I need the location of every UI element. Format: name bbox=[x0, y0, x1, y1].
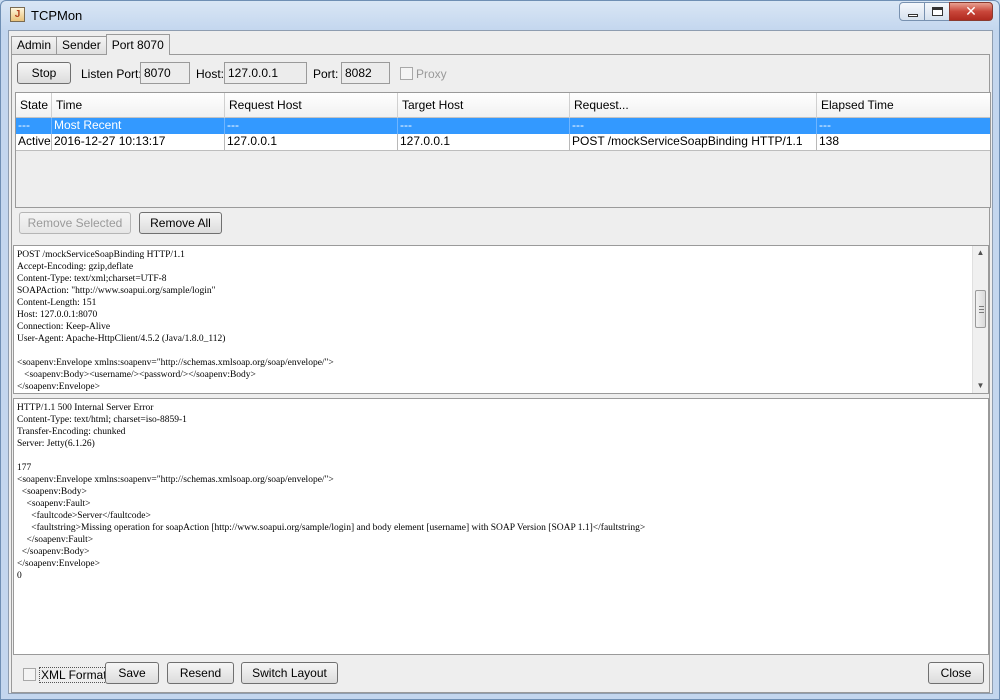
cell-target-host: --- bbox=[398, 118, 570, 134]
scroll-up-icon[interactable]: ▲ bbox=[973, 246, 988, 260]
cell-target-host: 127.0.0.1 bbox=[398, 134, 570, 150]
table-header: State Time Request Host Target Host Requ… bbox=[16, 93, 990, 118]
column-header-time[interactable]: Time bbox=[52, 93, 225, 118]
resend-button[interactable]: Resend bbox=[167, 662, 234, 684]
cell-state: --- bbox=[16, 118, 52, 134]
cell-elapsed: 138 bbox=[819, 134, 840, 148]
minimize-icon bbox=[908, 14, 918, 17]
tab-admin[interactable]: Admin bbox=[11, 36, 58, 55]
java-app-icon: J bbox=[10, 7, 25, 22]
proxy-label: Proxy bbox=[416, 67, 447, 81]
cell-request: --- bbox=[570, 118, 817, 134]
title-bar[interactable]: J TCPMon ✕ bbox=[1, 1, 999, 29]
listen-port-label: Listen Port: bbox=[81, 67, 142, 81]
request-content: POST /mockServiceSoapBinding HTTP/1.1 Ac… bbox=[17, 250, 334, 392]
connections-table: State Time Request Host Target Host Requ… bbox=[15, 92, 991, 208]
column-header-target-host[interactable]: Target Host bbox=[398, 93, 570, 118]
request-scrollbar[interactable]: ▲ ▼ bbox=[972, 246, 988, 393]
window-title: TCPMon bbox=[31, 8, 83, 23]
column-header-elapsed-time[interactable]: Elapsed Time bbox=[817, 93, 990, 118]
tab-strip: Admin Sender Port 8070 bbox=[11, 34, 170, 55]
tab-sender[interactable]: Sender bbox=[56, 36, 107, 55]
cell-request-host: --- bbox=[225, 118, 398, 134]
proxy-checkbox[interactable] bbox=[400, 67, 413, 80]
column-header-request[interactable]: Request... bbox=[570, 93, 817, 118]
grip-line bbox=[979, 309, 984, 310]
cell-elapsed: --- bbox=[819, 118, 831, 132]
switch-layout-button[interactable]: Switch Layout bbox=[241, 662, 338, 684]
minimize-button[interactable] bbox=[899, 2, 925, 21]
close-button[interactable]: Close bbox=[928, 662, 984, 684]
caption-buttons: ✕ bbox=[899, 2, 993, 21]
client-area: Admin Sender Port 8070 Stop Listen Port:… bbox=[8, 30, 993, 694]
xml-format-checkbox[interactable] bbox=[23, 668, 36, 681]
grip-line bbox=[979, 306, 984, 307]
listen-port-field[interactable]: 8070 bbox=[140, 62, 190, 84]
port-label: Port: bbox=[313, 67, 339, 81]
table-row[interactable]: Active 2016-12-27 10:13:17 127.0.0.1 127… bbox=[16, 134, 990, 151]
cell-request: POST /mockServiceSoapBinding HTTP/1.1 bbox=[570, 134, 817, 150]
remove-all-button[interactable]: Remove All bbox=[139, 212, 222, 234]
xml-format-label[interactable]: XML Format bbox=[39, 667, 109, 683]
grip-line bbox=[979, 312, 984, 313]
save-button[interactable]: Save bbox=[105, 662, 159, 684]
scroll-down-icon[interactable]: ▼ bbox=[973, 379, 988, 393]
remove-selected-button[interactable]: Remove Selected bbox=[19, 212, 131, 234]
column-header-request-host[interactable]: Request Host bbox=[225, 93, 398, 118]
maximize-button[interactable] bbox=[924, 2, 950, 21]
tcpmon-window: J TCPMon ✕ Admin Sender Port 8070 Stop L… bbox=[0, 0, 1000, 700]
tab-port-8070[interactable]: Port 8070 bbox=[105, 34, 170, 55]
cell-state: Active bbox=[18, 134, 52, 150]
response-text-area[interactable]: HTTP/1.1 500 Internal Server Error Conte… bbox=[13, 398, 989, 655]
port-tab-panel: Stop Listen Port: 8070 Host: 127.0.0.1 P… bbox=[11, 54, 991, 693]
table-row-most-recent[interactable]: --- Most Recent --- --- --- --- bbox=[16, 118, 990, 134]
request-text-area[interactable]: POST /mockServiceSoapBinding HTTP/1.1 Ac… bbox=[13, 245, 989, 394]
close-window-button[interactable]: ✕ bbox=[949, 2, 993, 21]
column-header-state[interactable]: State bbox=[16, 93, 52, 118]
cell-time: Most Recent bbox=[52, 118, 225, 134]
response-content: HTTP/1.1 500 Internal Server Error Conte… bbox=[17, 403, 646, 581]
cell-time: 2016-12-27 10:13:17 bbox=[52, 134, 225, 150]
maximize-icon bbox=[932, 7, 943, 16]
cell-request-host: 127.0.0.1 bbox=[225, 134, 398, 150]
request-scrollbar-thumb[interactable] bbox=[975, 290, 986, 328]
stop-button[interactable]: Stop bbox=[17, 62, 71, 84]
host-field[interactable]: 127.0.0.1 bbox=[224, 62, 307, 84]
host-label: Host: bbox=[196, 67, 225, 81]
close-icon: ✕ bbox=[965, 3, 977, 19]
port-field[interactable]: 8082 bbox=[341, 62, 390, 84]
